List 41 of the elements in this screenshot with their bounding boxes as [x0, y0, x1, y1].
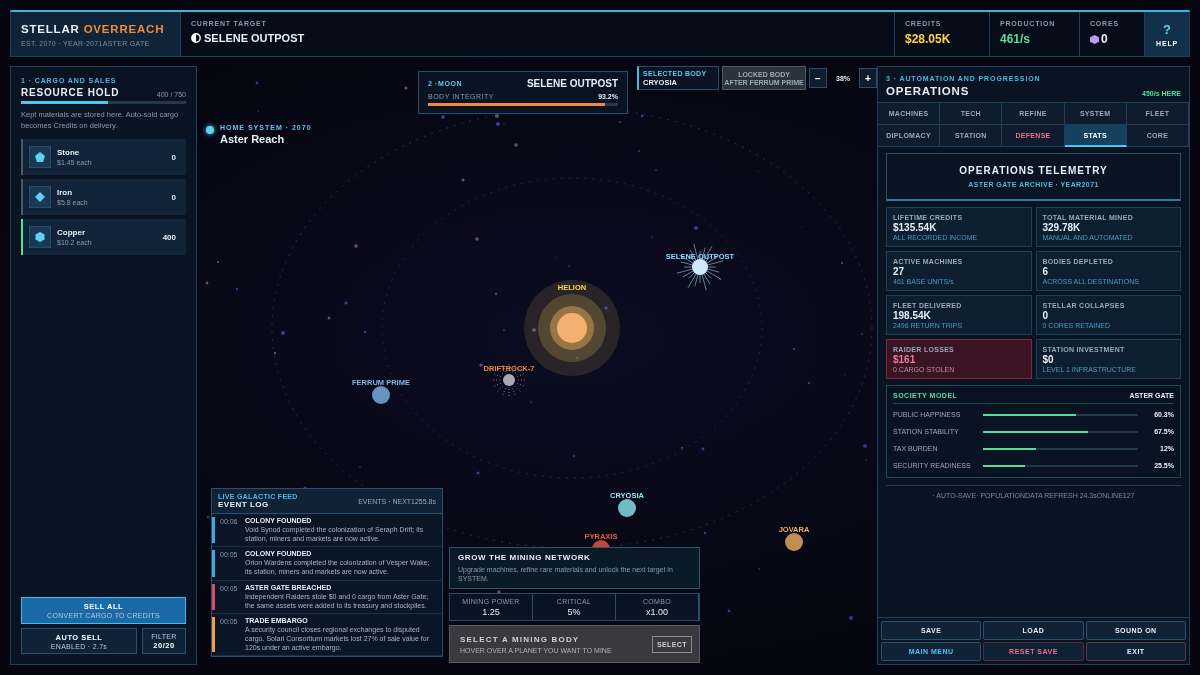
stat-value: x1.00 — [646, 606, 668, 617]
gem-icon — [34, 191, 46, 203]
stat-value: $161 — [893, 353, 917, 365]
gem-icon — [34, 231, 46, 243]
target-name: SELENE OUTPOST — [204, 32, 305, 44]
stat-value: 329.78K — [1042, 221, 1082, 233]
stat-value: 198.54K — [893, 309, 932, 321]
resource-name: Stone — [57, 148, 81, 157]
stat-value: 5% — [567, 606, 581, 617]
stat-value: $28.05K — [905, 32, 951, 46]
stat-value: 461/s — [1000, 32, 1031, 46]
resource-amount: 0 — [171, 152, 176, 162]
resource-name: Iron — [57, 188, 74, 197]
stat-value: $0 — [1042, 353, 1055, 365]
stat-value: 0 — [1101, 32, 1108, 46]
resource-amount: 400 — [162, 232, 176, 242]
select-title: SELECT A MINING BODY — [460, 634, 581, 644]
game-title: STELLAR OVERREACH — [21, 21, 166, 36]
half-moon-icon — [191, 33, 201, 43]
stat-value: $135.54K — [893, 221, 938, 233]
zoom-in-button[interactable]: + — [859, 68, 877, 88]
telemetry-title: OPERATIONS TELEMETRY — [959, 165, 1108, 176]
planet-icon — [617, 498, 637, 518]
panel-title: OPERATIONS — [886, 85, 970, 97]
stat-value: 0 — [1042, 309, 1050, 321]
stat-value: 6 — [1042, 265, 1050, 277]
planet-icon — [371, 385, 391, 405]
panel-title: RESOURCE HOLD — [21, 87, 120, 98]
goal-title: GROW THE MINING NETWORK — [458, 552, 592, 562]
zoom-out-button[interactable]: − — [809, 68, 827, 88]
panel-title: EVENT LOG — [218, 500, 270, 510]
hexagon-icon — [1090, 34, 1099, 44]
resource-name: Copper — [57, 228, 86, 237]
system-marker-icon — [206, 125, 214, 134]
planet-icon — [784, 532, 804, 552]
stat-value: 1.25 — [482, 606, 500, 617]
body-name: SELENE OUTPOST — [526, 78, 618, 89]
system-name: Aster Reach — [220, 133, 286, 145]
gem-icon — [34, 151, 46, 163]
resource-amount: 0 — [171, 192, 176, 202]
stat-value: 27 — [893, 265, 906, 277]
